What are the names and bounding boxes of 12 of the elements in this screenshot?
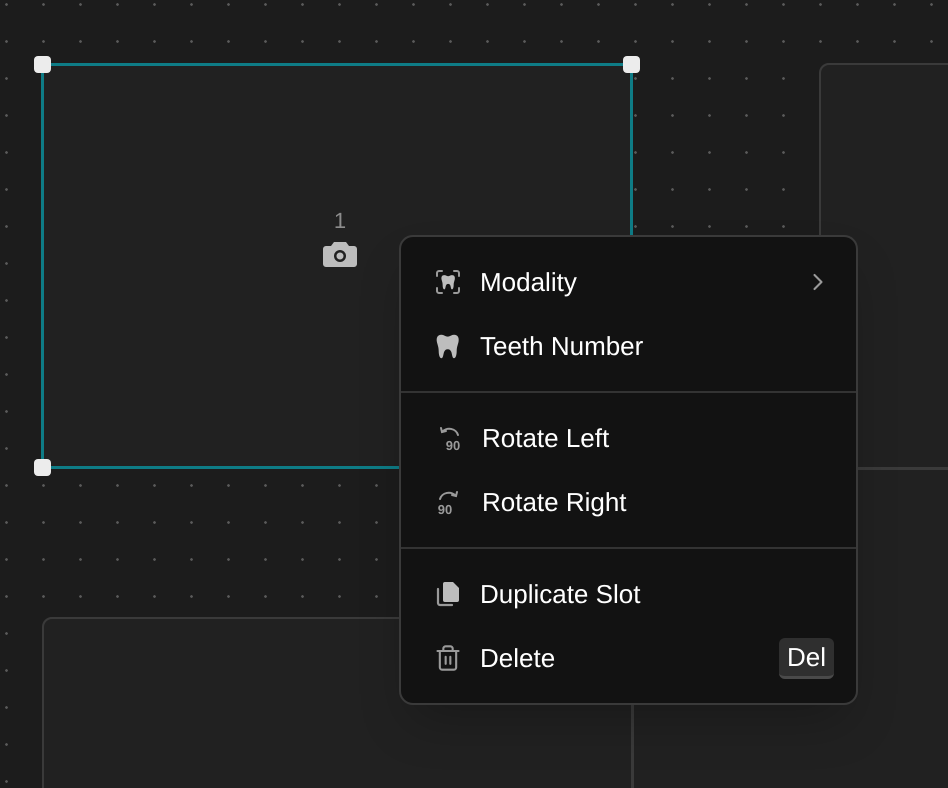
camera-icon (322, 240, 358, 268)
duplicate-icon (434, 580, 462, 608)
delete-icon (434, 644, 462, 672)
slot-number: 1 (334, 210, 346, 232)
resize-handle[interactable] (623, 56, 640, 73)
resize-handle[interactable] (34, 56, 51, 73)
shortcut-key: Del (778, 638, 834, 678)
menu-item[interactable]: Delete Del (401, 626, 856, 690)
menu-item[interactable]: 90 Rotate Right (401, 470, 856, 534)
framed-tooth-icon (434, 268, 462, 296)
menu-item[interactable]: Duplicate Slot (401, 562, 856, 626)
resize-handle[interactable] (34, 459, 51, 476)
